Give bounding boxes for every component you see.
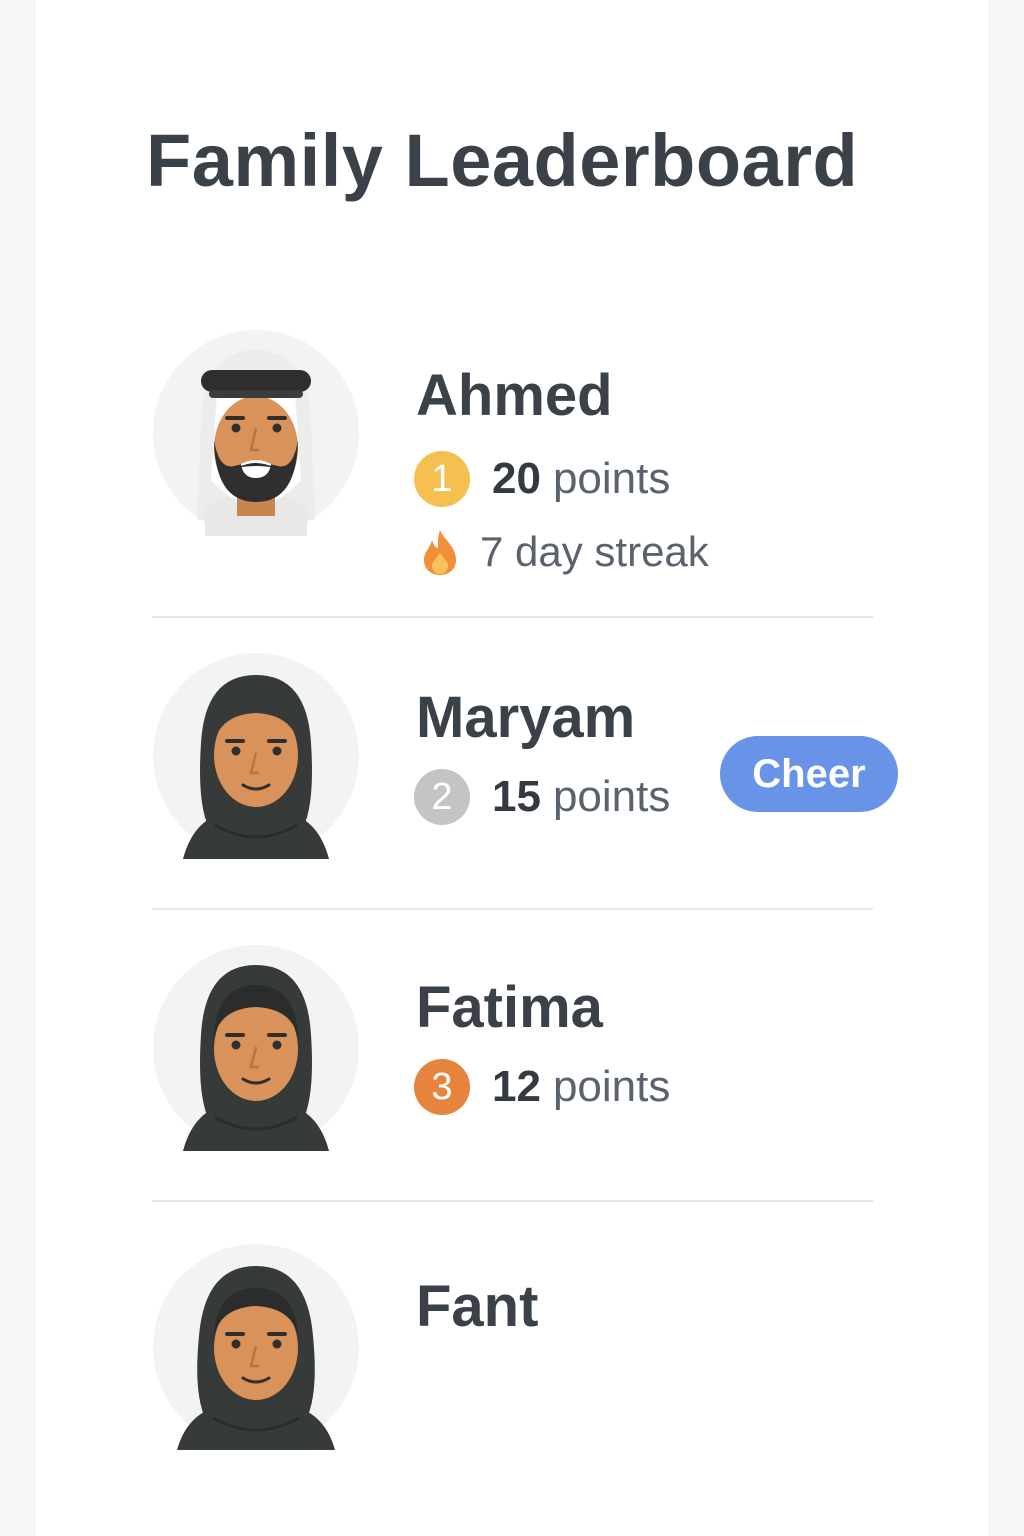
avatar [153,1244,359,1450]
woman-hijab-avatar-icon [153,1244,359,1450]
rank-badge-gold: 1 [414,451,470,507]
points-unit: points [552,772,671,821]
row-divider [152,1200,873,1202]
flame-icon [420,528,460,576]
points-value: 20 [492,454,541,503]
points-line: 1 20 points [414,450,670,508]
streak-line: 7 day streak [420,524,709,580]
rank-badge-silver: 2 [414,769,470,825]
avatar [153,330,359,536]
rank-badge-bronze: 3 [414,1059,470,1115]
streak-text: 7 day streak [480,528,709,575]
points-unit: points [552,454,671,503]
member-name: Fant [416,1274,539,1339]
avatar [153,653,359,859]
cheer-button[interactable]: Cheer [720,736,898,812]
points-line: 3 12 points [414,1058,670,1116]
man-ghutra-avatar-icon [153,330,359,536]
member-name: Maryam [416,685,636,750]
page-title: Family Leaderboard [146,119,859,202]
row-divider [152,616,873,618]
woman-hijab-avatar-icon [153,945,359,1151]
avatar [153,945,359,1151]
member-name: Ahmed [416,363,613,428]
points-value: 15 [492,772,541,821]
points-unit: points [552,1062,671,1111]
woman-hijab-avatar-icon [153,653,359,859]
row-divider [152,908,873,910]
member-name: Fatima [416,975,603,1040]
points-line: 2 15 points [414,768,670,826]
points-value: 12 [492,1062,541,1111]
